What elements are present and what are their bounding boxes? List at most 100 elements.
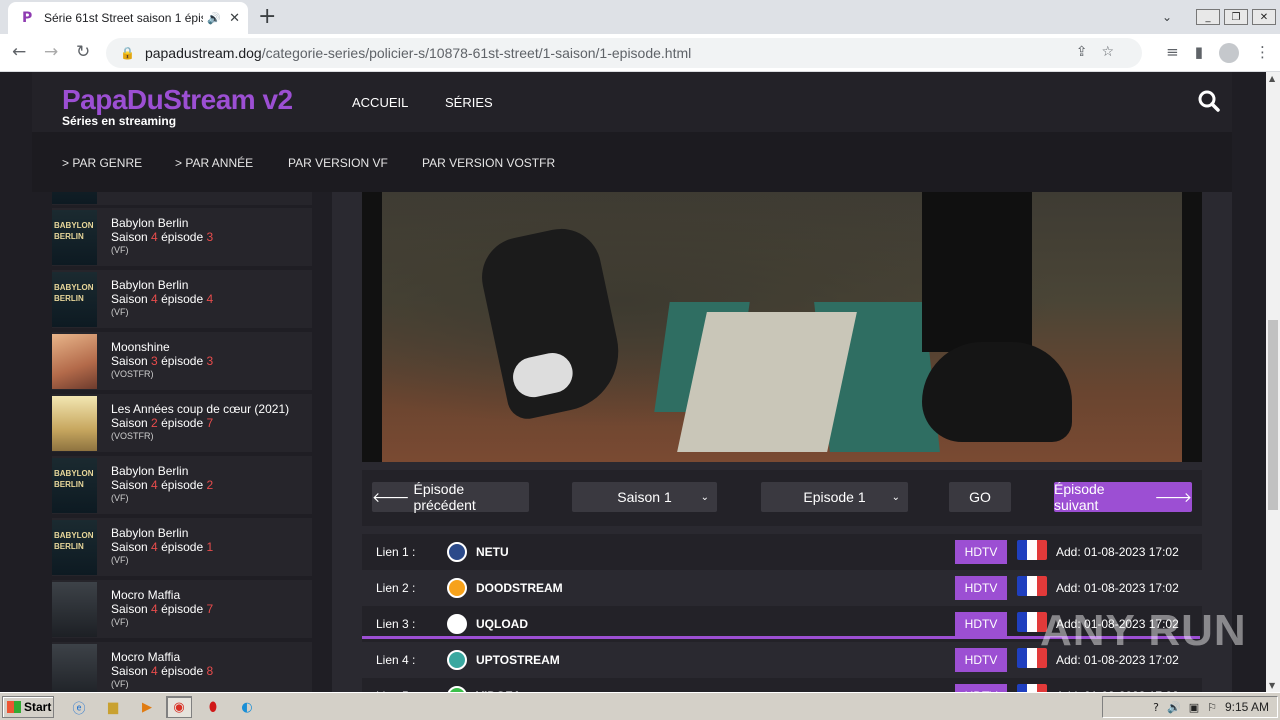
media-control-icon[interactable]: ≡ (1166, 43, 1179, 63)
episode-number: 3 (206, 230, 214, 244)
flag-icon[interactable]: ⚐ (1207, 701, 1217, 714)
new-tab-button[interactable]: + (258, 4, 276, 30)
saison-label: Saison (111, 292, 148, 306)
added-date: Add: 01-08-2023 17:02 (1056, 581, 1179, 595)
scroll-up-arrow-icon[interactable]: ▲ (1269, 74, 1275, 83)
back-arrow-icon[interactable]: ← (12, 42, 26, 62)
list-item[interactable]: Mocro Maffia Saison 4 épisode 7 (VF) (52, 580, 312, 638)
forward-arrow-icon[interactable]: → (44, 42, 58, 62)
episode-number: 4 (206, 292, 214, 306)
episode-label: épisode (161, 230, 204, 244)
minimize-window-button[interactable]: _ (1196, 9, 1220, 25)
help-icon[interactable]: ? (1153, 701, 1159, 714)
video-player[interactable] (362, 192, 1202, 462)
subnav-par-version-vostfr[interactable]: PAR VERSION VOSTFR (422, 156, 555, 170)
subnav-par-version-vf[interactable]: PAR VERSION VF (288, 156, 388, 170)
previous-episode-button[interactable]: 🡐 Épisode précédent (372, 481, 529, 513)
search-icon[interactable] (1198, 90, 1220, 112)
next-episode-button[interactable]: Épisode suivant 🡒 (1054, 481, 1192, 513)
profile-avatar[interactable] (1219, 43, 1239, 63)
saison-number: 4 (151, 230, 158, 244)
reload-icon[interactable]: ↻ (76, 42, 90, 62)
series-thumbnail (52, 644, 97, 692)
series-title: Mocro Maffia (111, 588, 181, 602)
host-name[interactable]: NETU (476, 545, 509, 559)
close-window-button[interactable]: ✕ (1252, 9, 1276, 25)
saison-label: Saison (111, 664, 148, 678)
network-icon[interactable]: ▣ (1189, 701, 1199, 714)
browser-tab[interactable]: P Série 61st Street saison 1 épiso 🔊 ✕ (8, 2, 248, 34)
address-bar[interactable]: 🔒 papadustream.dog/categorie-series/poli… (106, 38, 1142, 68)
quality-badge: HDTV (955, 648, 1007, 672)
chrome-icon[interactable]: ◉ (166, 696, 192, 718)
opera-icon[interactable]: ⬮ (200, 696, 226, 718)
subnav-par-genre[interactable]: > PAR GENRE (62, 156, 142, 170)
episode-label: épisode (161, 664, 204, 678)
list-item[interactable]: Babylon BerlinSaison 4 épisode 2(VF) (52, 456, 312, 514)
host-name[interactable]: UQLOAD (476, 617, 528, 631)
language-tag: (VF) (111, 307, 129, 317)
added-date: Add: 01-08-2023 17:02 (1056, 545, 1179, 559)
list-item[interactable]: Babylon BerlinSaison 4 épisode 1(VF) (52, 518, 312, 576)
bookmark-star-icon[interactable]: ☆ (1101, 44, 1128, 60)
series-thumbnail (52, 192, 97, 204)
start-button[interactable]: Start (2, 696, 54, 718)
go-button[interactable]: GO (949, 482, 1011, 512)
runner-shoe-right (922, 342, 1072, 442)
host-name[interactable]: DOODSTREAM (476, 581, 563, 595)
list-item[interactable]: Les Années coup de cœur (2021) Saison 2 é… (52, 394, 312, 452)
list-item[interactable]: Babylon BerlinSaison 4 épisode 3(VF) (52, 208, 312, 266)
windows-logo-icon (7, 701, 21, 713)
episode-select[interactable]: Episode 1 ⌄ (761, 482, 908, 512)
saison-number: 4 (151, 664, 158, 678)
system-tray: ? 🔊 ▣ ⚐ 9:15 AM (1102, 696, 1278, 718)
series-title: Babylon Berlin (111, 526, 189, 540)
edge-icon[interactable]: ◐ (234, 696, 260, 718)
site-logo[interactable]: PapaDuStream v2 (62, 84, 293, 116)
nav-accueil[interactable]: ACCUEIL (352, 95, 408, 110)
ie-icon[interactable]: ⓔ (66, 696, 92, 718)
episode-number: 3 (206, 354, 214, 368)
scroll-down-arrow-icon[interactable]: ▼ (1269, 681, 1275, 690)
season-select[interactable]: Saison 1 ⌄ (572, 482, 717, 512)
saison-number: 4 (151, 292, 158, 306)
episode-controls: 🡐 Épisode précédent Saison 1 ⌄ Episode 1 ⌄ … (362, 470, 1202, 526)
list-item[interactable]: Moonshine Saison 3 épisode 3 (VOSTFR) (52, 332, 312, 390)
share-icon[interactable]: ⇪ (1076, 44, 1102, 60)
saison-number: 4 (151, 478, 158, 492)
lock-icon[interactable]: 🔒 (120, 46, 135, 60)
list-item-partial[interactable] (52, 192, 312, 205)
episode-number: 8 (206, 664, 214, 678)
series-thumbnail (52, 334, 97, 389)
page-scrollbar[interactable]: ▲ ▼ (1266, 72, 1280, 692)
language-tag: (VF) (111, 679, 129, 689)
sub-navigation: > PAR GENRE > PAR ANNÉE PAR VERSION VF P… (32, 132, 1232, 192)
stream-link-row[interactable]: Lien 5 :VIDOZAHDTVAdd: 01-08-2023 17:02 (362, 678, 1202, 692)
next-episode-label: Épisode suivant (1054, 481, 1105, 513)
media-player-icon[interactable]: ▶ (134, 696, 160, 718)
saison-number: 4 (151, 602, 158, 616)
volume-icon[interactable]: 🔊 (1167, 701, 1181, 714)
menu-kebab-icon[interactable]: ⋮ (1255, 43, 1270, 63)
stream-link-row[interactable]: Lien 2 : DOODSTREAM HDTV Add: 01-08-2023 17… (362, 570, 1202, 606)
folder-icon[interactable]: ▆ (100, 696, 126, 718)
subnav-par-annee[interactable]: > PAR ANNÉE (175, 156, 253, 170)
audio-playing-icon[interactable]: 🔊 (207, 12, 221, 25)
side-panel-icon[interactable]: ▮ (1195, 43, 1203, 63)
stream-link-row[interactable]: Lien 1 : NETU HDTV Add: 01-08-2023 17:02 (362, 534, 1202, 570)
list-item[interactable]: Mocro Maffia Saison 4 épisode 8 (VF) (52, 642, 312, 692)
uqload-icon (447, 614, 467, 634)
host-name[interactable]: UPTOSTREAM (476, 653, 560, 667)
nav-series[interactable]: SÉRIES (445, 95, 493, 110)
restore-window-button[interactable]: ❐ (1224, 9, 1248, 25)
episode-number: 2 (206, 478, 214, 492)
previous-episode-label: Épisode précédent (413, 481, 476, 513)
series-title: Babylon Berlin (111, 278, 189, 292)
series-thumbnail (52, 458, 97, 513)
list-item[interactable]: Babylon BerlinSaison 4 épisode 4(VF) (52, 270, 312, 328)
url-path: /categorie-series/policier-s/10878-61st-… (261, 45, 692, 61)
tab-search-chevron-icon[interactable]: ⌄ (1162, 10, 1172, 24)
scrollbar-thumb[interactable] (1268, 320, 1278, 510)
tab-title: Série 61st Street saison 1 épiso (44, 11, 204, 25)
close-tab-icon[interactable]: ✕ (229, 11, 240, 26)
